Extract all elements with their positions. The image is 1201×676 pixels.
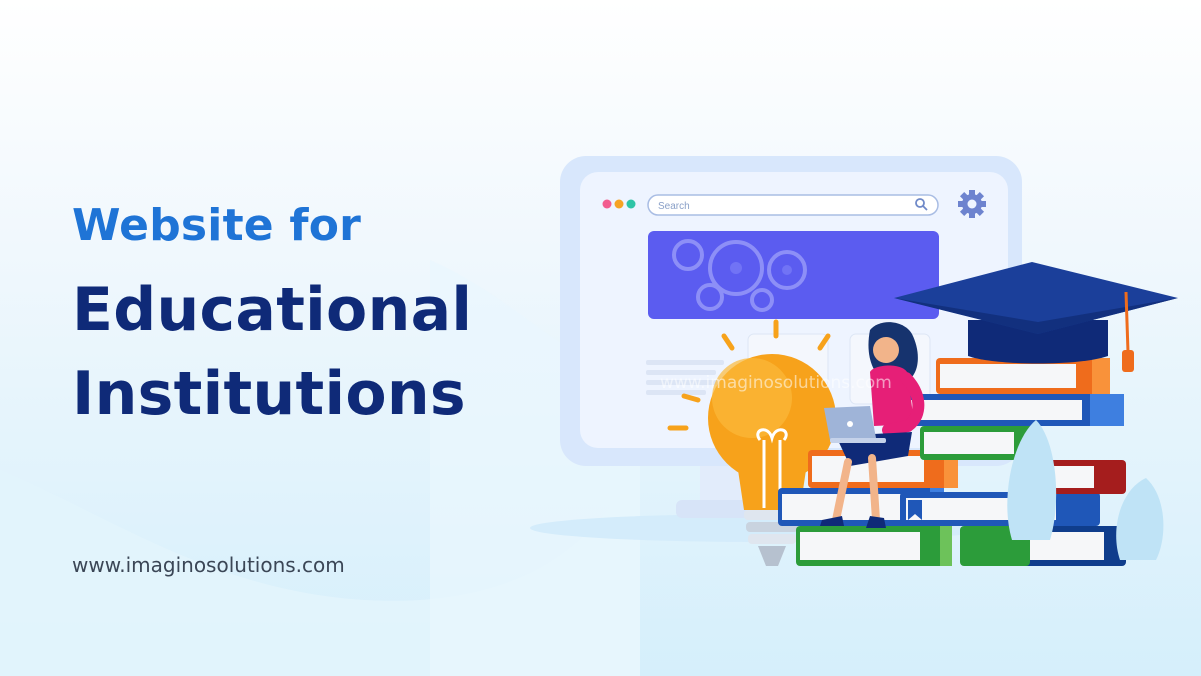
headline: Website for Educational Institutions bbox=[72, 196, 472, 436]
banner-image bbox=[648, 231, 939, 319]
website-url[interactable]: www.imaginosolutions.com bbox=[72, 553, 345, 577]
gear-icon[interactable] bbox=[958, 190, 986, 218]
watermark: www.imaginosolutions.com bbox=[660, 373, 892, 393]
headline-line-3: Institutions bbox=[72, 359, 466, 429]
education-illustration: Search www.imaginosolutions.com bbox=[530, 156, 1178, 566]
search-placeholder: Search bbox=[658, 201, 690, 212]
search-bar[interactable]: Search bbox=[647, 194, 939, 216]
headline-line-2: Educational bbox=[72, 275, 473, 345]
headline-line-1: Website for bbox=[72, 200, 362, 251]
